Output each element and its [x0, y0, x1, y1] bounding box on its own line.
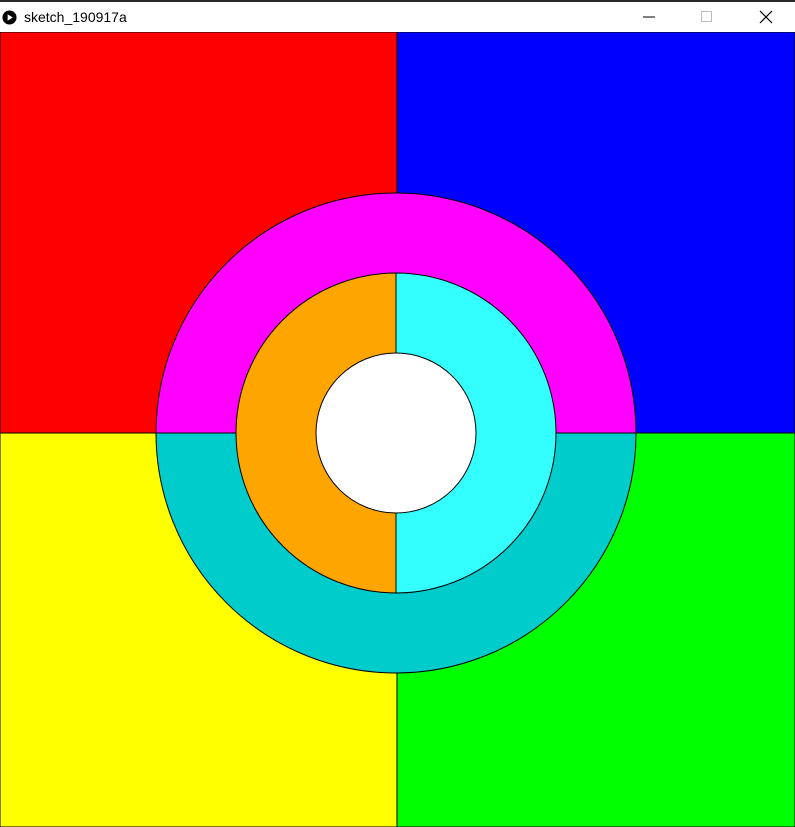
play-circle-icon: [2, 10, 17, 25]
maximize-icon: [701, 11, 712, 22]
close-icon: [759, 10, 773, 24]
minimize-button[interactable]: [626, 2, 672, 32]
window-title: sketch_190917a: [24, 9, 127, 25]
title-bar[interactable]: sketch_190917a: [0, 0, 795, 32]
maximize-button[interactable]: [684, 2, 730, 32]
sketch-window: sketch_190917a: [0, 0, 795, 827]
center-circle: [315, 352, 477, 514]
close-button[interactable]: [743, 2, 789, 32]
minimize-icon: [643, 16, 655, 18]
sketch-canvas[interactable]: [0, 32, 795, 827]
